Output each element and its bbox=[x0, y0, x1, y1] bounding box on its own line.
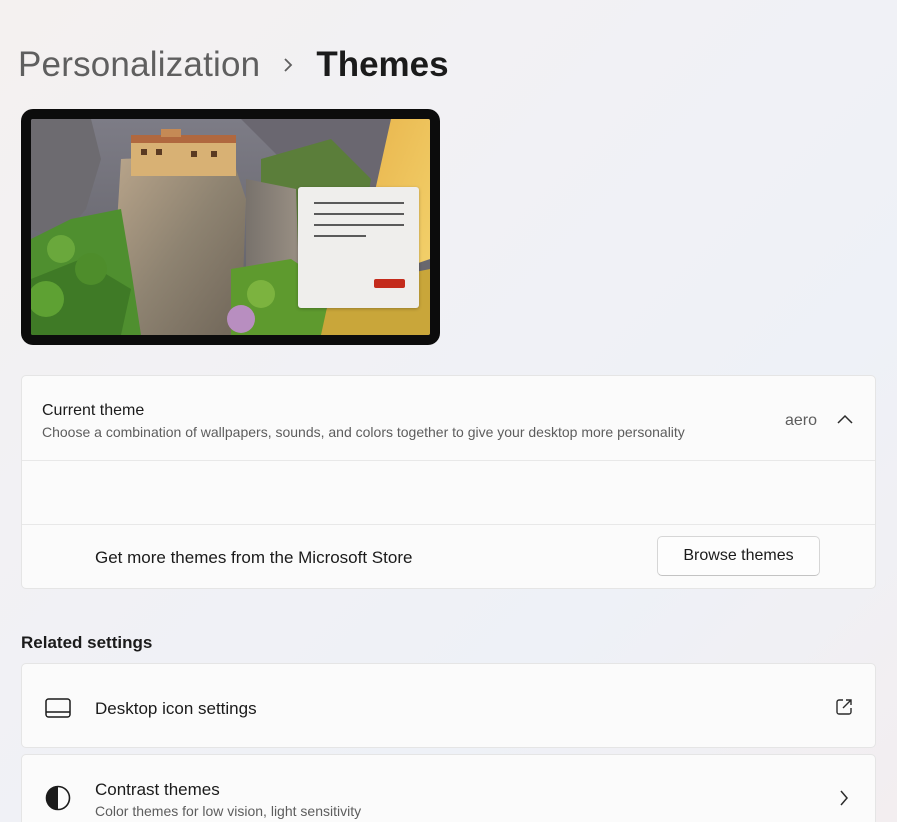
current-theme-value: aero bbox=[785, 412, 818, 429]
contrast-themes-row[interactable]: Contrast themes Color themes for low vis… bbox=[21, 754, 876, 822]
current-theme-title: Current theme bbox=[42, 402, 145, 419]
chevron-up-icon[interactable] bbox=[836, 410, 854, 428]
browse-themes-button[interactable]: Browse themes bbox=[657, 536, 820, 576]
current-theme-description: Choose a combination of wallpapers, soun… bbox=[42, 424, 685, 440]
desktop-icon-settings-row[interactable]: Desktop icon settings bbox=[21, 663, 876, 748]
current-theme-card: Current theme Choose a combination of wa… bbox=[21, 375, 876, 589]
chevron-right-icon bbox=[260, 57, 316, 73]
wallpaper-image bbox=[31, 119, 430, 335]
desktop-icon-settings-label: Desktop icon settings bbox=[95, 699, 257, 718]
breadcrumb: Personalization Themes bbox=[18, 44, 449, 86]
theme-gallery bbox=[22, 461, 875, 525]
current-theme-header[interactable]: Current theme Choose a combination of wa… bbox=[22, 376, 875, 461]
page-title: Themes bbox=[316, 45, 449, 84]
breadcrumb-parent[interactable]: Personalization bbox=[18, 45, 260, 85]
preview-window-sample bbox=[298, 187, 419, 308]
contrast-themes-subtitle: Color themes for low vision, light sensi… bbox=[95, 803, 362, 819]
store-text: Get more themes from the Microsoft Store bbox=[95, 548, 413, 567]
contrast-icon bbox=[44, 784, 72, 812]
contrast-themes-label: Contrast themes bbox=[95, 780, 220, 799]
open-external-icon bbox=[833, 696, 855, 718]
related-settings-heading: Related settings bbox=[21, 633, 153, 652]
theme-preview bbox=[21, 109, 440, 345]
chevron-right-icon bbox=[833, 787, 855, 809]
monitor-icon bbox=[44, 694, 72, 722]
preview-accent-button bbox=[374, 279, 405, 288]
store-row: Get more themes from the Microsoft Store… bbox=[22, 525, 875, 588]
